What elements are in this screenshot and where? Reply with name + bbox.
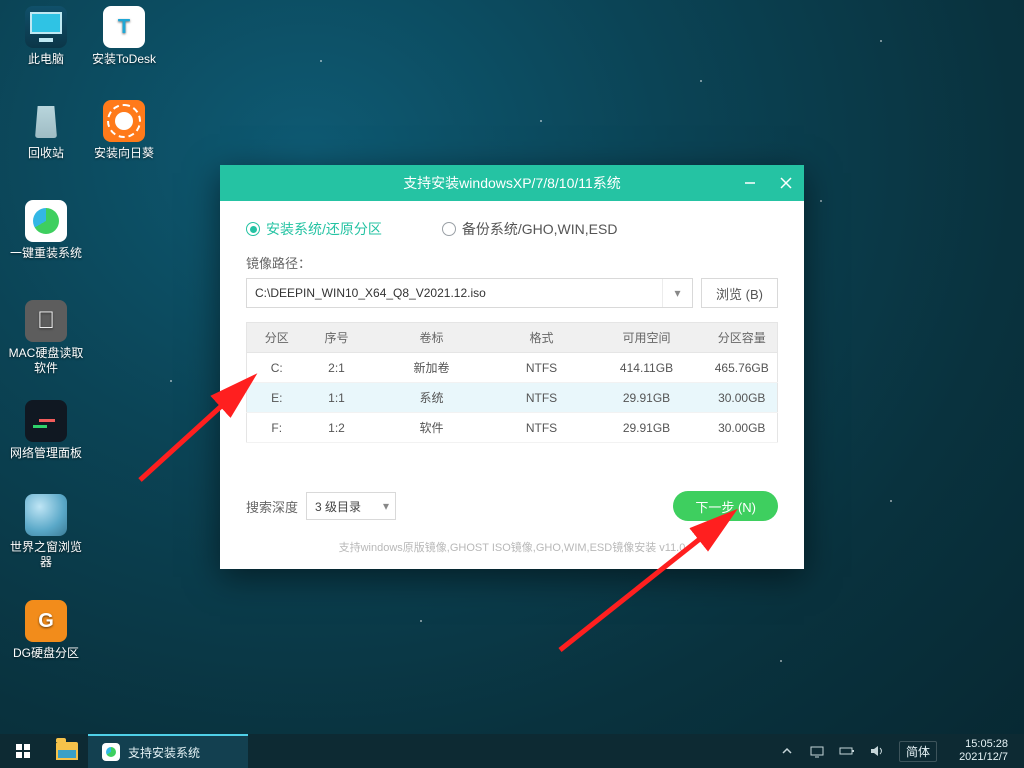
col-total: 分区容量 <box>707 323 778 353</box>
titlebar[interactable]: 支持安装windowsXP/7/8/10/11系统 <box>220 165 804 201</box>
file-explorer-icon <box>56 742 78 760</box>
radio-label: 安装系统/还原分区 <box>266 219 382 239</box>
cell-free: 414.11GB <box>587 353 707 383</box>
radio-dot-icon <box>442 222 456 236</box>
taskbar: 支持安装系统 简体 15:05:28 2021/12/7 <box>0 734 1024 768</box>
tray-network-icon[interactable] <box>809 743 825 759</box>
image-path-combobox[interactable]: C:\DEEPIN_WIN10_X64_Q8_V2021.12.iso ▾ <box>246 278 693 308</box>
close-button[interactable] <box>768 165 804 201</box>
apple-icon:  <box>25 300 67 342</box>
cell-drive: F: <box>247 413 307 443</box>
table-row[interactable]: C:2:1新加卷NTFS414.11GB465.76GB <box>247 353 778 383</box>
cell-free: 29.91GB <box>587 383 707 413</box>
windows-logo-icon <box>15 743 31 759</box>
desktop-icon-diskgenius[interactable]: G DG硬盘分区 <box>8 600 84 661</box>
cell-seq: 2:1 <box>307 353 367 383</box>
desktop-icon-recycle-bin[interactable]: 回收站 <box>8 100 84 161</box>
clock-date: 2021/12/7 <box>959 751 1008 764</box>
col-fs: 格式 <box>497 323 587 353</box>
network-panel-icon <box>25 400 67 442</box>
desktop-icon-label: 此电脑 <box>8 52 84 67</box>
radio-dot-icon <box>246 222 260 236</box>
cell-total: 30.00GB <box>707 413 778 443</box>
tray-ime-indicator[interactable]: 简体 <box>899 741 937 762</box>
desktop-icon-label: 安装向日葵 <box>86 146 162 161</box>
tray-volume-icon[interactable] <box>869 743 885 759</box>
select-value: 3 级目录 <box>315 498 361 515</box>
search-depth-select[interactable]: 3 级目录 ▾ <box>306 492 396 520</box>
image-path-value: C:\DEEPIN_WIN10_X64_Q8_V2021.12.iso <box>255 286 486 300</box>
cell-free: 29.91GB <box>587 413 707 443</box>
taskbar-explorer-button[interactable] <box>46 734 88 768</box>
desktop-icon-label: 安装ToDesk <box>86 52 162 67</box>
col-drive: 分区 <box>247 323 307 353</box>
desktop-icon-label: DG硬盘分区 <box>8 646 84 661</box>
tray-clock[interactable]: 15:05:28 2021/12/7 <box>951 738 1016 763</box>
cell-drive: C: <box>247 353 307 383</box>
cell-fs: NTFS <box>497 413 587 443</box>
clock-time: 15:05:28 <box>965 738 1008 751</box>
installer-window: 支持安装windowsXP/7/8/10/11系统 安装系统/还原分区 备份系统… <box>220 165 804 569</box>
desktop-icon-sunlogin[interactable]: 安装向日葵 <box>86 100 162 161</box>
sunlogin-icon <box>103 100 145 142</box>
reinstall-icon <box>25 200 67 242</box>
table-row[interactable]: E:1:1系统NTFS29.91GB30.00GB <box>247 383 778 413</box>
button-label: 浏览 (B) <box>716 284 763 303</box>
desktop-icon-mac-reader[interactable]:  MAC硬盘读取软件 <box>8 300 84 376</box>
cell-fs: NTFS <box>497 353 587 383</box>
search-depth-label: 搜索深度 <box>246 497 298 516</box>
installer-app-icon <box>102 743 120 761</box>
desktop-icon-netpanel[interactable]: 网络管理面板 <box>8 400 84 461</box>
desktop-icon-label: MAC硬盘读取软件 <box>8 346 84 376</box>
window-title: 支持安装windowsXP/7/8/10/11系统 <box>403 173 621 193</box>
desktop-icon-label: 一键重装系统 <box>8 246 84 261</box>
taskbar-app-item[interactable]: 支持安装系统 <box>88 734 248 768</box>
minimize-button[interactable] <box>732 165 768 201</box>
desktop-icon-theworld[interactable]: 世界之窗浏览器 <box>8 494 84 570</box>
next-button[interactable]: 下一步 (N) <box>673 491 778 521</box>
cell-fs: NTFS <box>497 383 587 413</box>
chevron-down-icon: ▾ <box>383 499 389 513</box>
col-vol: 卷标 <box>367 323 497 353</box>
support-note: 支持windows原版镜像,GHOST ISO镜像,GHO,WIM,ESD镜像安… <box>246 539 778 555</box>
mode-backup-radio[interactable]: 备份系统/GHO,WIN,ESD <box>442 219 618 239</box>
cell-vol: 新加卷 <box>367 353 497 383</box>
cell-seq: 1:2 <box>307 413 367 443</box>
cell-vol: 系统 <box>367 383 497 413</box>
tray-chevron-up-icon[interactable] <box>779 743 795 759</box>
desktop-icon-label: 世界之窗浏览器 <box>8 540 84 570</box>
desktop-icon-label: 回收站 <box>8 146 84 161</box>
desktop-icon-label: 网络管理面板 <box>8 446 84 461</box>
col-free: 可用空间 <box>587 323 707 353</box>
todesk-icon: T <box>103 6 145 48</box>
desktop-icon-this-pc[interactable]: 此电脑 <box>8 6 84 67</box>
chevron-down-icon: ▾ <box>662 279 692 307</box>
this-pc-icon <box>25 6 67 48</box>
taskbar-app-label: 支持安装系统 <box>128 744 200 761</box>
radio-label: 备份系统/GHO,WIN,ESD <box>462 219 618 239</box>
diskgenius-icon: G <box>25 600 67 642</box>
start-button[interactable] <box>0 734 46 768</box>
table-row[interactable]: F:1:2软件NTFS29.91GB30.00GB <box>247 413 778 443</box>
recycle-bin-icon <box>25 100 67 142</box>
partition-table: 分区 序号 卷标 格式 可用空间 分区容量 C:2:1新加卷NTFS414.11… <box>246 322 778 443</box>
cell-drive: E: <box>247 383 307 413</box>
desktop-icon-reinstall[interactable]: 一键重装系统 <box>8 200 84 261</box>
cell-seq: 1:1 <box>307 383 367 413</box>
cell-total: 465.76GB <box>707 353 778 383</box>
system-tray: 简体 15:05:28 2021/12/7 <box>771 734 1024 768</box>
browse-button[interactable]: 浏览 (B) <box>701 278 778 308</box>
tray-battery-icon[interactable] <box>839 743 855 759</box>
cell-vol: 软件 <box>367 413 497 443</box>
globe-icon <box>25 494 67 536</box>
col-seq: 序号 <box>307 323 367 353</box>
desktop-icon-todesk[interactable]: T 安装ToDesk <box>86 6 162 67</box>
image-path-label: 镜像路径： <box>246 253 778 272</box>
cell-total: 30.00GB <box>707 383 778 413</box>
button-label: 下一步 (N) <box>695 497 756 516</box>
mode-install-radio[interactable]: 安装系统/还原分区 <box>246 219 382 239</box>
